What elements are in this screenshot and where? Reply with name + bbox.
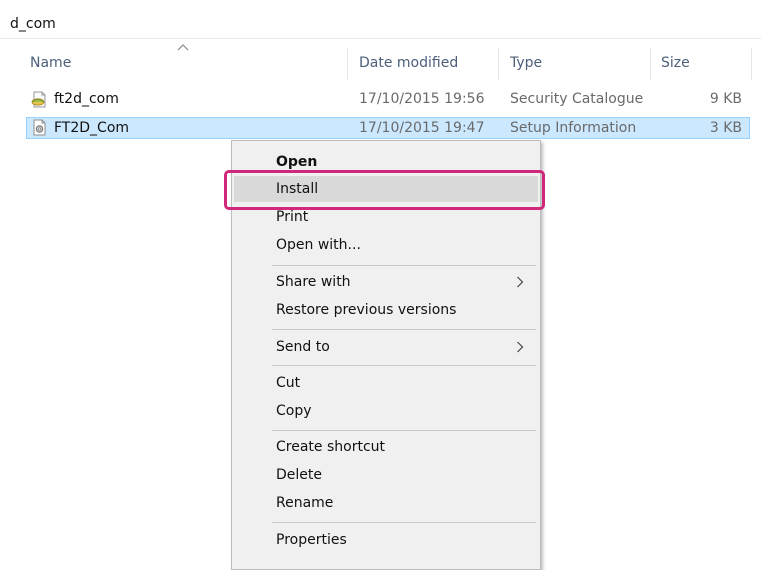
path-divider — [0, 38, 761, 39]
file-type: Security Catalogue — [510, 91, 644, 107]
menu-item-share-with[interactable]: Share with — [234, 269, 538, 295]
column-header-size[interactable]: Size — [661, 44, 690, 82]
file-name: FT2D_Com — [54, 120, 130, 136]
file-row-selected[interactable]: FT2D_Com 17/10/2015 19:47 Setup Informat… — [26, 117, 750, 139]
menu-item-label: Share with — [276, 274, 351, 290]
file-date-modified: 17/10/2015 19:47 — [359, 120, 485, 136]
security-catalogue-icon — [31, 91, 46, 108]
menu-separator — [272, 329, 536, 330]
chevron-right-icon — [517, 341, 524, 353]
menu-item-rename[interactable]: Rename — [234, 490, 538, 516]
menu-item-open[interactable]: Open — [234, 149, 538, 175]
menu-item-label: Cut — [276, 375, 301, 391]
menu-separator — [272, 365, 536, 366]
file-date-modified: 17/10/2015 19:56 — [359, 91, 485, 107]
menu-item-print[interactable]: Print — [234, 204, 538, 230]
menu-item-label: Copy — [276, 403, 312, 419]
column-divider[interactable] — [650, 48, 651, 80]
context-menu: Open Install Print Open with... Share wi… — [231, 140, 541, 570]
file-size: 9 KB — [709, 91, 742, 107]
menu-item-label: Open — [276, 154, 318, 170]
menu-separator — [272, 430, 536, 431]
menu-item-label: Open with... — [276, 237, 361, 253]
column-divider[interactable] — [498, 48, 499, 80]
menu-item-label: Send to — [276, 339, 330, 355]
setup-information-icon — [33, 119, 46, 136]
file-type: Setup Information — [510, 120, 637, 136]
file-name: ft2d_com — [54, 91, 119, 107]
menu-item-send-to[interactable]: Send to — [234, 334, 538, 360]
menu-item-create-shortcut[interactable]: Create shortcut — [234, 434, 538, 460]
menu-item-label: Install — [276, 181, 319, 197]
menu-item-open-with[interactable]: Open with... — [234, 232, 538, 258]
menu-item-install[interactable]: Install — [234, 176, 538, 202]
menu-item-label: Create shortcut — [276, 439, 386, 455]
chevron-right-icon — [517, 276, 524, 288]
column-divider[interactable] — [751, 48, 752, 80]
menu-item-label: Delete — [276, 467, 322, 483]
menu-item-cut[interactable]: Cut — [234, 370, 538, 396]
menu-item-label: Restore previous versions — [276, 302, 457, 318]
file-size: 3 KB — [709, 120, 742, 136]
folder-path-title: d_com — [10, 16, 56, 32]
column-divider[interactable] — [347, 48, 348, 80]
menu-separator — [272, 522, 536, 523]
column-header-name[interactable]: Name — [30, 44, 71, 82]
menu-item-label: Rename — [276, 495, 334, 511]
file-row[interactable]: ft2d_com 17/10/2015 19:56 Security Catal… — [26, 89, 750, 111]
menu-item-copy[interactable]: Copy — [234, 398, 538, 424]
column-header-date-modified[interactable]: Date modified — [359, 44, 458, 82]
menu-item-delete[interactable]: Delete — [234, 462, 538, 488]
menu-item-label: Properties — [276, 532, 347, 548]
menu-item-properties[interactable]: Properties — [234, 527, 538, 553]
sort-ascending-icon — [177, 44, 189, 51]
menu-item-label: Print — [276, 209, 309, 225]
column-header-type[interactable]: Type — [510, 44, 542, 82]
menu-separator — [272, 265, 536, 266]
menu-item-restore-previous-versions[interactable]: Restore previous versions — [234, 297, 538, 323]
